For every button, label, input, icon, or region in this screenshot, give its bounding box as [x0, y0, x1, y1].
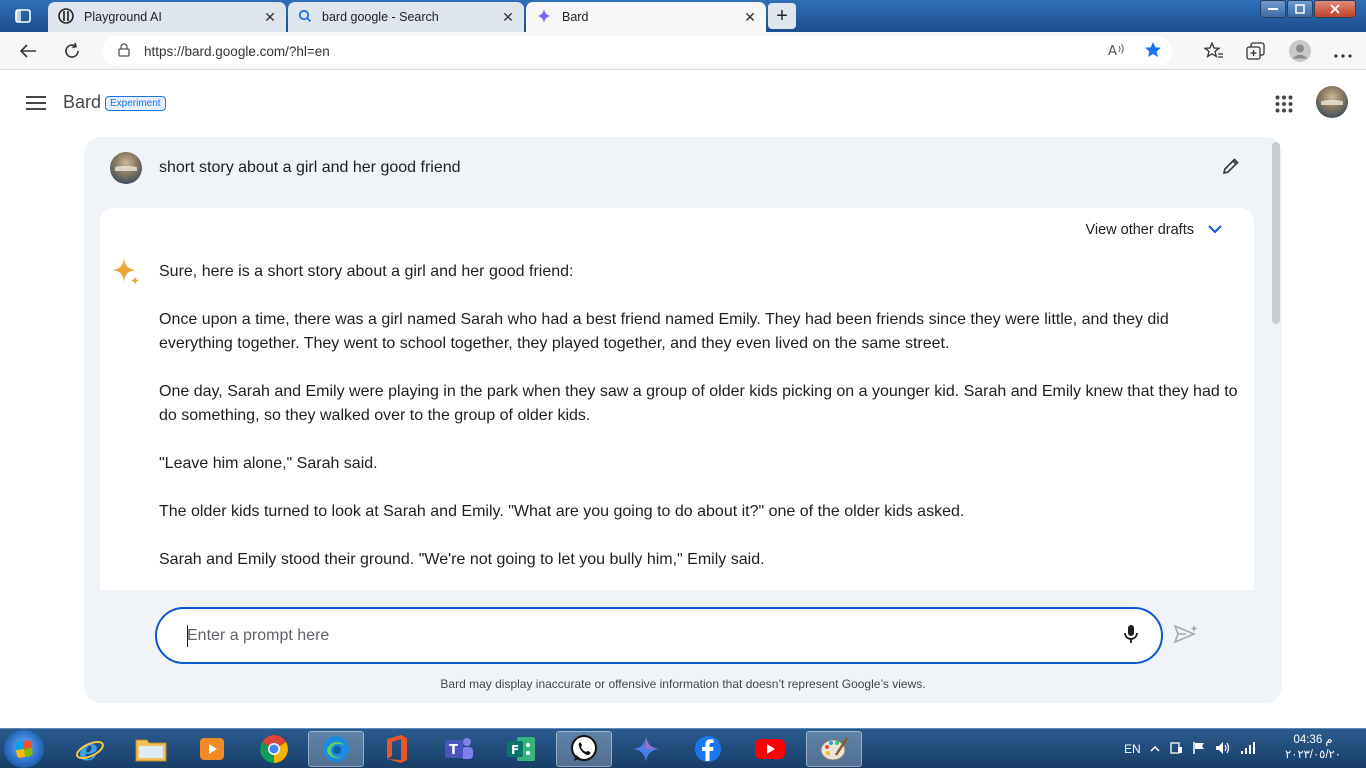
edge-icon[interactable]: [308, 731, 364, 767]
view-drafts-label: View other drafts: [1085, 222, 1194, 238]
browser-toolbar: https://bard.google.com/?hl=en A: [0, 32, 1366, 70]
google-apps-icon[interactable]: [1272, 92, 1296, 116]
maximize-button[interactable]: [1287, 0, 1313, 18]
chevron-down-icon: [1208, 222, 1222, 238]
user-prompt-text: short story about a girl and her good fr…: [159, 159, 461, 176]
device-icon[interactable]: [1169, 741, 1183, 758]
collections-icon[interactable]: [1246, 42, 1266, 65]
paint-icon[interactable]: [806, 731, 862, 767]
response-paragraph: Once upon a time, there was a girl named…: [159, 311, 1169, 352]
svg-text:T: T: [449, 743, 458, 758]
disclaimer-text: Bard may display inaccurate or offensive…: [440, 677, 926, 691]
tab-label: Playground AI: [84, 10, 162, 24]
media-player-icon[interactable]: [184, 731, 240, 767]
response-paragraph: One day, Sarah and Emily were playing in…: [159, 383, 1238, 424]
text-caret: [187, 625, 188, 647]
user-prompt-row: short story about a girl and her good fr…: [110, 150, 1250, 186]
read-aloud-icon[interactable]: A: [1108, 43, 1126, 60]
windows-taskbar: e T F EN 04:36 م ٢٠٢٣/٠٥/٢٠: [0, 728, 1366, 768]
new-tab-button[interactable]: +: [768, 3, 796, 29]
system-clock[interactable]: 04:36 م ٢٠٢٣/٠٥/٢٠: [1282, 733, 1344, 763]
view-other-drafts-button[interactable]: View other drafts: [1085, 222, 1222, 238]
app-title: Bard: [63, 92, 102, 112]
prompt-input-container[interactable]: [155, 607, 1163, 664]
volume-icon[interactable]: [1215, 741, 1231, 758]
bard-app-icon[interactable]: [618, 731, 674, 767]
experiment-badge: Experiment: [105, 96, 166, 111]
chrome-icon[interactable]: [246, 731, 302, 767]
facebook-icon[interactable]: [680, 731, 736, 767]
internet-explorer-icon[interactable]: e: [62, 731, 118, 767]
browser-tab-strip: Playground AI ✕ bard google - Search ✕ B…: [0, 0, 1366, 32]
search-icon: [298, 9, 312, 26]
response-paragraph: The older kids turned to look at Sarah a…: [159, 503, 965, 520]
youtube-icon[interactable]: [742, 731, 798, 767]
response-paragraph: Sure, here is a short story about a girl…: [159, 263, 574, 280]
response-text: Sure, here is a short story about a girl…: [159, 260, 1239, 590]
playground-ai-icon: [58, 7, 74, 27]
prompt-input[interactable]: [187, 623, 1087, 649]
tab-close-icon[interactable]: ✕: [500, 9, 516, 25]
address-bar[interactable]: https://bard.google.com/?hl=en A: [102, 36, 1172, 66]
minimize-button[interactable]: [1260, 0, 1286, 18]
edit-prompt-button[interactable]: [1220, 157, 1242, 179]
tab-bard[interactable]: Bard ✕: [526, 2, 766, 32]
bard-sparkle-icon: [536, 8, 552, 27]
url-text[interactable]: https://bard.google.com/?hl=en: [144, 44, 1108, 59]
close-window-button[interactable]: [1314, 0, 1356, 18]
system-tray: EN: [1124, 729, 1256, 768]
response-paragraph: "Leave him alone," Sarah said.: [159, 455, 378, 472]
microphone-button[interactable]: [1120, 624, 1142, 648]
clock-time: 04:36 م: [1293, 734, 1333, 746]
bard-sparkle-icon: [110, 256, 142, 288]
profile-icon[interactable]: [1288, 39, 1312, 68]
tab-bard-google-search[interactable]: bard google - Search ✕: [288, 2, 524, 32]
refresh-button[interactable]: [60, 39, 84, 63]
send-icon: [1173, 623, 1198, 650]
conversation-scrollbar[interactable]: [1272, 142, 1280, 324]
favorite-star-icon[interactable]: [1144, 41, 1162, 62]
start-button[interactable]: [4, 730, 44, 768]
clock-date: ٢٠٢٣/٠٥/٢٠: [1285, 749, 1341, 761]
more-options-icon[interactable]: [1334, 45, 1352, 63]
send-button[interactable]: [1173, 623, 1198, 650]
user-avatar: [110, 152, 142, 184]
back-button[interactable]: [16, 39, 40, 63]
pencil-icon: [1222, 157, 1240, 180]
favorites-icon[interactable]: [1203, 41, 1224, 65]
show-hidden-icons-icon[interactable]: [1150, 742, 1160, 756]
office-icon[interactable]: [369, 731, 425, 767]
svg-text:F: F: [511, 743, 519, 757]
microphone-icon: [1124, 624, 1138, 649]
main-menu-icon[interactable]: [24, 92, 48, 114]
tab-close-icon[interactable]: ✕: [742, 9, 758, 25]
file-explorer-icon[interactable]: [123, 731, 179, 767]
bard-response-card: View other drafts Sure, here is a short …: [100, 208, 1254, 590]
tab-label: Bard: [562, 10, 589, 24]
tab-close-icon[interactable]: ✕: [262, 9, 278, 25]
network-signal-icon[interactable]: [1240, 741, 1256, 758]
svg-text:A: A: [1108, 44, 1117, 57]
response-paragraph: Sarah and Emily stood their ground. "We'…: [159, 551, 765, 568]
tab-label: bard google - Search: [322, 10, 439, 24]
tab-playground-ai[interactable]: Playground AI ✕: [48, 2, 286, 32]
lock-icon[interactable]: [118, 42, 130, 60]
whatsapp-icon[interactable]: [556, 731, 612, 767]
forms-icon[interactable]: F: [493, 731, 549, 767]
bard-header: Bard Experiment: [0, 70, 1366, 136]
window-controls: [1259, 0, 1356, 18]
language-indicator[interactable]: EN: [1124, 742, 1141, 756]
account-avatar[interactable]: [1316, 86, 1348, 118]
teams-icon[interactable]: T: [431, 731, 487, 767]
action-center-flag-icon[interactable]: [1192, 741, 1206, 758]
tab-actions-icon[interactable]: [10, 6, 36, 26]
